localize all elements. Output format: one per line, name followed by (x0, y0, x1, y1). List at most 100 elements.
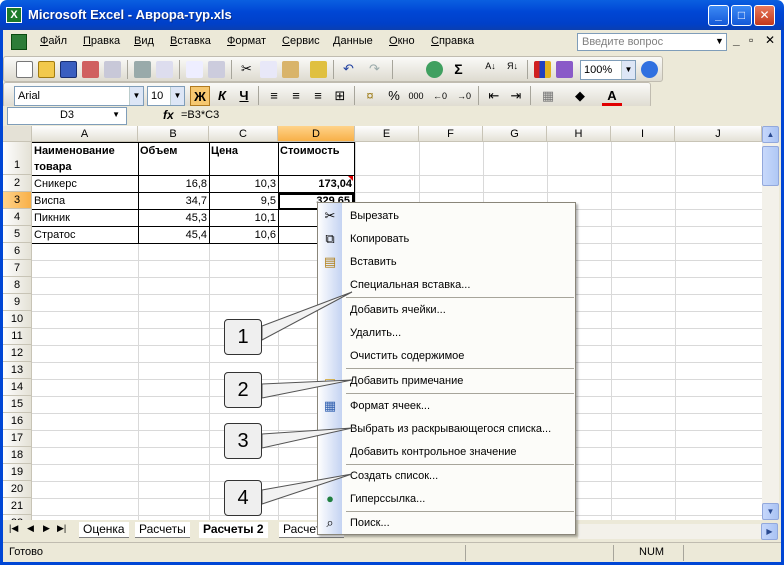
italic-button[interactable]: К (212, 86, 232, 106)
row-header[interactable]: 7 (3, 260, 32, 277)
scroll-right-icon[interactable]: ▶ (761, 523, 778, 540)
menu-edit[interactable]: Правка (83, 35, 120, 47)
font-name-select[interactable]: Arial ▼ (14, 86, 144, 106)
next-sheet-icon[interactable]: ▶ (43, 523, 50, 534)
paste-icon[interactable] (282, 61, 299, 78)
cell-d1[interactable]: Стоимость (278, 143, 355, 159)
scroll-thumb[interactable] (762, 146, 779, 186)
row-header[interactable]: 14 (3, 379, 32, 396)
vertical-scrollbar[interactable]: ▲ ▼ (762, 126, 779, 520)
hyperlink-icon[interactable] (426, 61, 443, 78)
column-header-c[interactable]: C (209, 126, 278, 142)
menu-tools[interactable]: Сервис (282, 35, 320, 47)
help-question-input[interactable]: Введите вопрос (577, 33, 727, 51)
menu-format[interactable]: Формат (227, 35, 266, 47)
chevron-down-icon[interactable]: ▼ (621, 61, 635, 79)
row-header[interactable]: 11 (3, 328, 32, 345)
percent-button[interactable]: % (384, 86, 404, 106)
row-header[interactable]: 13 (3, 362, 32, 379)
table-cell[interactable]: 173,04 (278, 176, 354, 192)
table-cell[interactable]: Пикник (32, 210, 138, 226)
undo-icon[interactable]: ↶ (340, 61, 357, 78)
row-header[interactable]: 2 (3, 175, 32, 192)
comment-indicator[interactable] (348, 176, 353, 181)
sort-descending-icon[interactable]: Я↓ (504, 61, 521, 78)
first-sheet-icon[interactable]: |◀ (9, 523, 18, 534)
redo-icon[interactable]: ↷ (366, 61, 383, 78)
row-header[interactable]: 4 (3, 209, 32, 226)
print-preview-icon[interactable] (156, 61, 173, 78)
row-header[interactable]: 3 (3, 192, 32, 209)
email-icon[interactable] (104, 61, 121, 78)
menu-item-add-watch[interactable]: Добавить контрольное значение (318, 441, 575, 463)
increase-decimal-icon[interactable]: ←0 (430, 86, 450, 106)
row-header[interactable]: 5 (3, 226, 32, 243)
bold-button[interactable]: Ж (190, 86, 210, 106)
increase-indent-icon[interactable]: ⇥ (506, 86, 526, 106)
spelling-icon[interactable] (186, 61, 203, 78)
formula-input[interactable]: =B3*C3 (181, 109, 219, 121)
fx-icon[interactable]: fx (163, 108, 174, 122)
align-center-icon[interactable]: ≡ (286, 86, 306, 106)
row-header[interactable]: 20 (3, 481, 32, 498)
row-header[interactable]: 21 (3, 498, 32, 515)
row-header[interactable]: 19 (3, 464, 32, 481)
row-header[interactable]: 6 (3, 243, 32, 260)
row-header[interactable]: 18 (3, 447, 32, 464)
table-cell[interactable]: Виспа (32, 193, 138, 209)
cell-a1-line2[interactable]: товара (32, 159, 138, 175)
column-header-b[interactable]: B (138, 126, 209, 142)
scroll-down-icon[interactable]: ▼ (762, 503, 779, 520)
drawing-icon[interactable] (556, 61, 573, 78)
row-header[interactable]: 15 (3, 396, 32, 413)
underline-button[interactable]: Ч (234, 86, 254, 106)
maximize-button[interactable]: □ (731, 5, 752, 26)
align-right-icon[interactable]: ≡ (308, 86, 328, 106)
column-header-e[interactable]: E (355, 126, 419, 142)
help-icon[interactable] (641, 61, 658, 78)
row-header[interactable]: 12 (3, 345, 32, 362)
menu-window[interactable]: Окно (389, 35, 415, 47)
permission-icon[interactable] (82, 61, 99, 78)
menu-help[interactable]: Справка (431, 35, 474, 47)
sheet-tab-raschety[interactable]: Расчеты (135, 522, 190, 538)
research-icon[interactable] (208, 61, 225, 78)
table-cell[interactable]: 9,5 (209, 193, 278, 209)
menu-item-lookup[interactable]: ⌕ Поиск... (318, 512, 575, 534)
column-header-h[interactable]: H (547, 126, 611, 142)
sheet-tab-ocenka[interactable]: Оценка (79, 522, 129, 538)
cut-icon[interactable]: ✂ (238, 61, 255, 78)
table-cell[interactable]: 10,6 (209, 227, 278, 243)
column-header-f[interactable]: F (419, 126, 483, 142)
close-button[interactable]: ✕ (754, 5, 775, 26)
decrease-decimal-icon[interactable]: →0 (454, 86, 474, 106)
select-all-corner[interactable] (3, 126, 32, 142)
menu-item-hyperlink[interactable]: ● Гиперссылка... (318, 488, 575, 510)
fill-color-icon[interactable]: ◆ (570, 86, 590, 106)
format-painter-icon[interactable] (310, 61, 327, 78)
table-cell[interactable]: 10,3 (209, 176, 278, 192)
column-header-g[interactable]: G (483, 126, 547, 142)
save-icon[interactable] (60, 61, 77, 78)
cell-b1[interactable]: Объем (138, 143, 209, 159)
doc-minimize-button[interactable]: _ (733, 33, 740, 47)
table-cell[interactable]: 34,7 (138, 193, 209, 209)
copy-icon[interactable] (260, 61, 277, 78)
row-header[interactable]: 16 (3, 413, 32, 430)
thousands-button[interactable]: 000 (406, 86, 426, 106)
menu-insert[interactable]: Вставка (170, 35, 211, 47)
column-header-d[interactable]: D (278, 126, 355, 142)
merge-center-icon[interactable]: ⊞ (330, 86, 350, 106)
borders-icon[interactable]: ▦ (538, 86, 558, 106)
menu-item-paste-special[interactable]: Специальная вставка... (318, 274, 575, 296)
table-cell[interactable]: Стратос (32, 227, 138, 243)
currency-icon[interactable]: ¤ (360, 86, 380, 106)
menu-item-delete[interactable]: Удалить... (318, 322, 575, 344)
open-icon[interactable] (38, 61, 55, 78)
cell-c1[interactable]: Цена (209, 143, 278, 159)
table-cell[interactable]: 10,1 (209, 210, 278, 226)
horizontal-scrollbar[interactable]: ▶ (578, 523, 778, 540)
name-box[interactable]: D3 ▼ (7, 107, 127, 125)
chevron-down-icon[interactable]: ▼ (129, 87, 143, 105)
column-header-a[interactable]: A (32, 126, 138, 142)
